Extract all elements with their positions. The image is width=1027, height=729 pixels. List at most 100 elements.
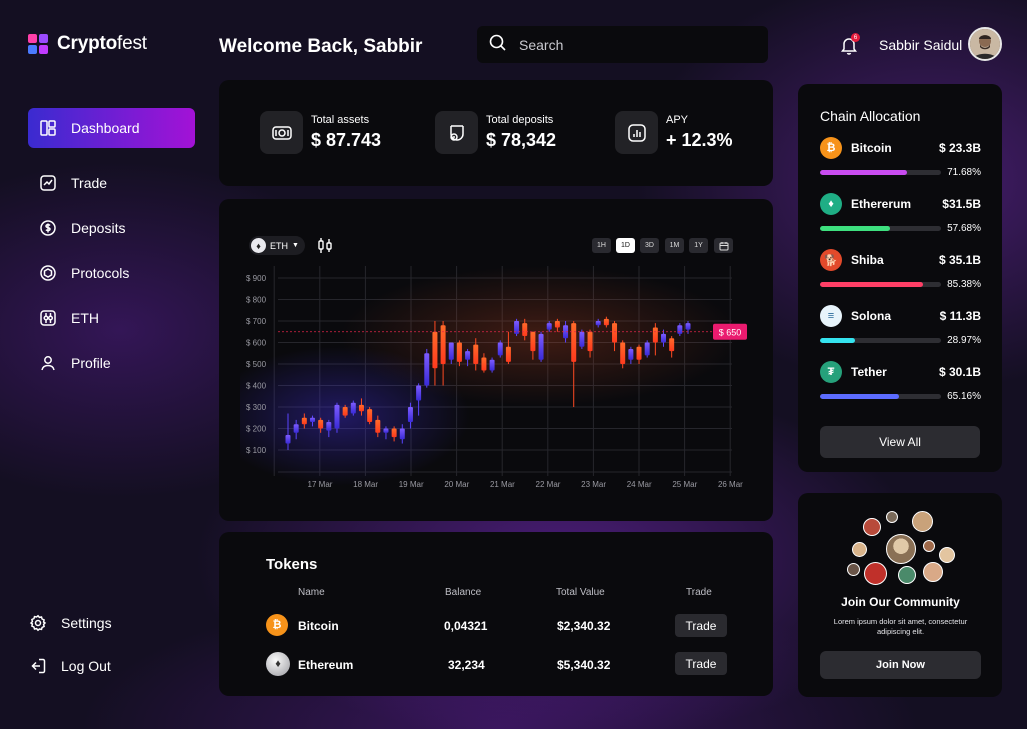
candle [399,428,405,440]
sidebar-item-label: ETH [71,310,99,326]
calendar-button[interactable] [714,238,733,253]
view-all-button[interactable]: View All [820,426,980,458]
allocation-bar [820,394,941,399]
layout-icon [39,119,57,137]
stat-value: + 12.3% [666,130,733,150]
sidebar-item-deposits[interactable]: Deposits [28,208,195,248]
sidebar-item-dashboard[interactable]: Dashboard [28,108,195,148]
allocation-percent: 65.16% [947,391,981,402]
candle [440,325,446,364]
x-tick-label: 19 Mar [399,480,424,489]
allocation-item: ♦ Ethererum $31.5B 57.68% [820,193,981,234]
sidebar-item-logout[interactable]: Log Out [18,646,185,686]
sidebar-item-eth[interactable]: ETH [28,298,195,338]
token-name: Bitcoin [298,619,339,633]
y-tick-label: $ 800 [246,296,267,305]
avatar[interactable] [968,27,1002,61]
candle [350,402,356,414]
candle [456,342,462,362]
timeframe-1d[interactable]: 1D [616,238,635,253]
x-tick-label: 18 Mar [353,480,378,489]
allocation-amount: $ 30.1B [938,365,981,379]
candle [661,333,667,343]
candlestick-toggle-icon[interactable] [317,237,333,259]
x-tick-label: 26 Mar [718,480,743,489]
candlestick-chart[interactable]: $ 900 $ 800 $ 700 $ 600 $ 500 $ 400 $ 300 $ 200… [240,266,750,496]
avatar [863,518,881,536]
token-balance: 0,04321 [444,619,488,633]
x-tick-label: 24 Mar [627,480,652,489]
deposit-icon [435,111,478,154]
user-icon [39,354,57,372]
candle [505,346,511,362]
search-icon [488,33,507,57]
allocation-bar-fill [820,394,899,399]
allocation-bar-fill [820,338,856,343]
avatar [923,562,943,582]
tether-icon: ₮ [820,361,842,383]
candle [497,342,503,356]
sidebar-item-profile[interactable]: Profile [28,343,195,383]
allocation-bar [820,170,941,175]
timeframe-1h[interactable]: 1H [592,238,611,253]
asset-selector[interactable]: ♦ ETH ▼ [249,236,305,255]
stat-value: $ 87.743 [311,130,382,150]
candle [669,338,675,352]
candle [342,407,348,416]
y-tick-label: $ 400 [246,382,267,391]
stat-label: APY [666,114,689,126]
y-tick-label: $ 700 [246,317,267,326]
avatar [886,534,916,564]
tokens-title: Tokens [266,556,318,573]
allocation-name: Solona [851,309,892,323]
brand-logo[interactable]: Cryptofest [28,33,147,55]
allocation-percent: 85.38% [947,279,981,290]
trade-button[interactable]: Trade [675,652,727,675]
timeframe-3d[interactable]: 3D [640,238,659,253]
avatar [852,542,867,557]
allocation-percent: 71.68% [947,167,981,178]
search-input[interactable] [519,36,749,53]
allocation-amount: $ 23.3B [938,141,981,155]
avatar [898,566,916,584]
x-tick-label: 20 Mar [444,480,469,489]
stat-value: $ 78,342 [486,130,557,150]
sidebar-item-protocols[interactable]: Protocols [28,253,195,293]
sidebar-item-label: Deposits [71,220,126,236]
ethererum-icon: ♦ [820,193,842,215]
candle [530,331,536,352]
solona-icon: ≡ [820,305,842,327]
shiba-icon: 🐕 [820,249,842,271]
join-now-button[interactable]: Join Now [820,651,981,679]
candle [587,331,593,352]
avatar [912,511,933,532]
trade-button[interactable]: Trade [675,614,727,637]
sidebar-item-label: Profile [71,355,111,371]
candle [677,325,683,334]
search-bar[interactable] [477,26,768,63]
candle [391,428,397,438]
chevron-down-icon: ▼ [292,242,299,249]
current-price-label: $ 650 [719,327,742,337]
timeframe-1m[interactable]: 1M [665,238,684,253]
candle [367,409,373,423]
candle [309,417,315,423]
allocation-item: ≡ Solona $ 11.3B 28.97% [820,305,981,346]
allocation-item: ₮ Tether $ 30.1B 65.16% [820,361,981,402]
sidebar-item-trade[interactable]: Trade [28,163,195,203]
notification-button[interactable]: 6 [840,33,860,55]
cash-icon [260,111,303,154]
timeframe-1y[interactable]: 1Y [689,238,708,253]
trend-icon [39,174,57,192]
candle [579,331,585,347]
allocation-percent: 28.97% [947,335,981,346]
token-total: $5,340.32 [557,658,611,672]
candle [628,348,634,360]
allocation-bar [820,338,941,343]
candle [538,333,544,360]
candle [603,318,609,326]
candle [595,321,601,326]
x-tick-label: 23 Mar [581,480,606,489]
candle [522,323,528,337]
sidebar-item-settings[interactable]: Settings [18,603,185,643]
